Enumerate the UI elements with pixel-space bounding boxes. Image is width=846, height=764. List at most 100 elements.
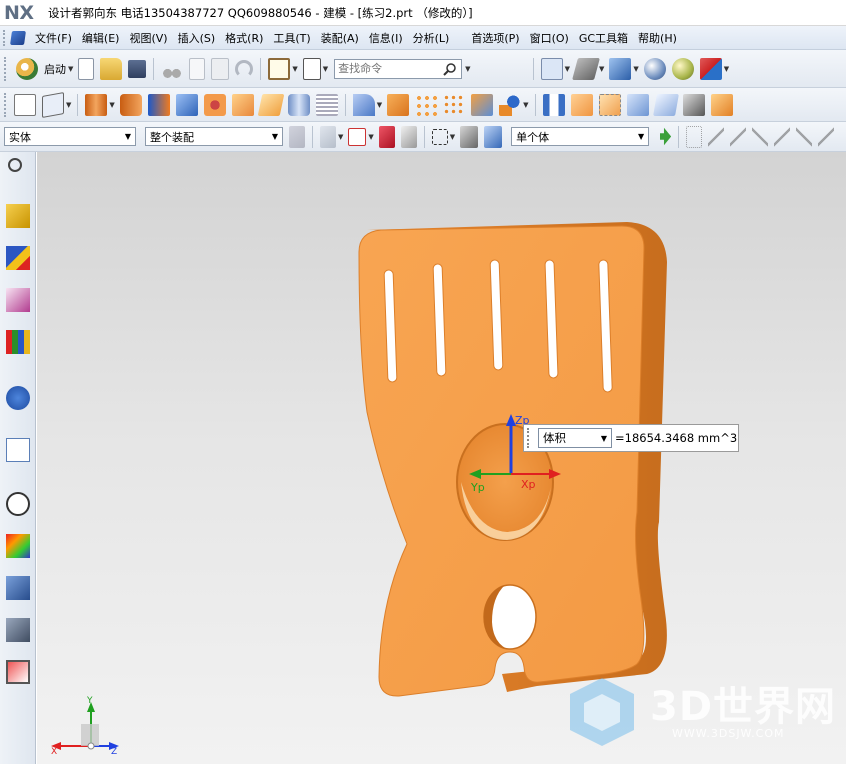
menu-window[interactable]: 窗口(O) [525, 30, 574, 46]
chevron-down-icon[interactable]: ▼ [523, 101, 528, 109]
select-intent-icon[interactable] [320, 125, 336, 148]
selection-scope-icon[interactable] [289, 125, 305, 148]
toolbar-grip-icon[interactable] [4, 92, 8, 117]
pattern-icon[interactable] [415, 93, 438, 116]
fit-view-icon[interactable] [540, 57, 563, 80]
pick-icon[interactable] [378, 125, 395, 148]
nx-app-icon[interactable] [10, 30, 26, 45]
chevron-down-icon[interactable]: ▼ [450, 133, 455, 141]
menu-insert[interactable]: 插入(S) [173, 30, 221, 46]
command-search-input[interactable] [338, 62, 439, 75]
new-file-icon[interactable] [78, 57, 95, 80]
snap-quadrant-icon[interactable] [796, 125, 813, 148]
menu-help[interactable]: 帮助(H) [633, 30, 682, 46]
history-clock-icon[interactable] [6, 492, 30, 516]
pad-icon[interactable] [257, 93, 285, 116]
extrude-icon[interactable] [85, 93, 108, 116]
graphics-window[interactable]: Zp Xp Yp Y X Z 体积 ▼ =18654.3468 mm^3 3D世… [37, 152, 846, 764]
part-navigator-icon[interactable] [6, 288, 30, 312]
snap-arc-icon[interactable] [730, 125, 747, 148]
snap-line-icon[interactable] [708, 125, 725, 148]
edge-blend-icon[interactable] [352, 93, 375, 116]
snap-spline-icon[interactable] [774, 125, 791, 148]
paste-icon[interactable] [211, 57, 230, 80]
chevron-down-icon[interactable]: ▼ [109, 101, 114, 109]
rectangle-select-icon[interactable] [431, 128, 448, 145]
hole-icon[interactable] [203, 93, 226, 116]
settings-icon[interactable] [8, 158, 22, 172]
system-scenes-icon[interactable] [6, 660, 30, 684]
scale-body-icon[interactable] [598, 93, 621, 116]
mirror-icon[interactable] [471, 93, 494, 116]
search-icon[interactable] [443, 62, 457, 76]
shell-icon[interactable] [542, 93, 565, 116]
system-materials-icon[interactable] [6, 534, 30, 558]
menu-edit[interactable]: 编辑(E) [77, 30, 125, 46]
chamfer-icon[interactable] [387, 93, 410, 116]
green-arrow-icon[interactable] [655, 127, 672, 146]
start-button[interactable]: 启动 ▼ [13, 57, 75, 80]
menu-tools[interactable]: 工具(T) [268, 30, 315, 46]
cut-icon[interactable] [161, 57, 184, 80]
command-finder[interactable] [334, 58, 463, 79]
web-browser-icon[interactable] [6, 438, 30, 462]
menu-view[interactable]: 视图(V) [124, 30, 172, 46]
info-window-icon[interactable] [302, 57, 321, 80]
roles-icon[interactable] [6, 618, 30, 642]
snap-endpoint-icon[interactable] [686, 125, 703, 148]
sew-icon[interactable] [626, 93, 649, 116]
boss-icon[interactable] [231, 93, 254, 116]
chevron-down-icon[interactable]: ▼ [565, 65, 570, 73]
split-body-icon[interactable] [652, 93, 679, 116]
callout-drag-handle[interactable] [527, 428, 534, 448]
cylinder-icon[interactable] [287, 93, 310, 116]
promote-body-icon[interactable] [710, 93, 733, 116]
toolbar-grip-icon[interactable] [4, 56, 8, 81]
orient-view-icon[interactable] [572, 57, 600, 80]
measure-result-callout[interactable]: 体积 ▼ =18654.3468 mm^3 [523, 424, 739, 452]
datum-plane-icon[interactable] [42, 91, 64, 118]
scope-filter-select[interactable]: 整个装配 ▼ [145, 127, 283, 146]
wrap-geometry-icon[interactable] [682, 93, 705, 116]
menu-preferences[interactable]: 首选项(P) [466, 30, 524, 46]
menu-format[interactable]: 格式(R) [220, 30, 268, 46]
menu-information[interactable]: 信息(I) [364, 30, 408, 46]
type-filter-select[interactable]: 实体 ▼ [4, 127, 136, 146]
chevron-down-icon[interactable]: ▼ [368, 133, 373, 141]
chevron-down-icon[interactable]: ▼ [292, 65, 297, 73]
measure-type-select[interactable]: 体积 ▼ [538, 428, 612, 448]
chevron-down-icon[interactable]: ▼ [465, 65, 470, 73]
render-style-icon[interactable] [609, 57, 632, 80]
menu-analysis[interactable]: 分析(L) [408, 30, 455, 46]
shaded-sphere-icon[interactable] [643, 57, 666, 80]
wcs-icon[interactable] [699, 57, 722, 80]
block-icon[interactable] [175, 93, 198, 116]
offset-face-icon[interactable] [570, 93, 593, 116]
sketch-icon[interactable] [14, 93, 36, 116]
reuse-library-icon[interactable] [6, 330, 30, 354]
face-select-icon[interactable] [484, 125, 503, 148]
chevron-down-icon[interactable]: ▼ [66, 101, 71, 109]
deselect-icon[interactable] [400, 125, 417, 148]
texture-sphere-icon[interactable] [671, 57, 694, 80]
open-folder-icon[interactable] [100, 57, 123, 80]
chevron-down-icon[interactable]: ▼ [633, 65, 638, 73]
constraint-navigator-icon[interactable] [6, 246, 30, 270]
snap-curve-icon[interactable] [752, 125, 769, 148]
chevron-down-icon[interactable]: ▼ [724, 65, 729, 73]
menubar-grip-icon[interactable] [3, 29, 7, 46]
snap-midpoint-icon[interactable] [818, 125, 835, 148]
snap-point-icon[interactable] [348, 127, 367, 146]
revolve-icon[interactable] [119, 93, 142, 116]
process-studio-icon[interactable] [6, 576, 30, 600]
thread-icon[interactable] [315, 93, 338, 116]
info-icon[interactable] [6, 386, 30, 410]
menu-assemblies[interactable]: 装配(A) [316, 30, 364, 46]
unite-icon[interactable] [499, 93, 522, 116]
chevron-down-icon[interactable]: ▼ [338, 133, 343, 141]
body-select-icon[interactable] [460, 125, 479, 148]
copy-icon[interactable] [189, 57, 206, 80]
menu-gc-toolkit[interactable]: GC工具箱 [574, 30, 633, 46]
body-filter-select[interactable]: 单个体 ▼ [511, 127, 650, 146]
chevron-down-icon[interactable]: ▼ [599, 65, 604, 73]
